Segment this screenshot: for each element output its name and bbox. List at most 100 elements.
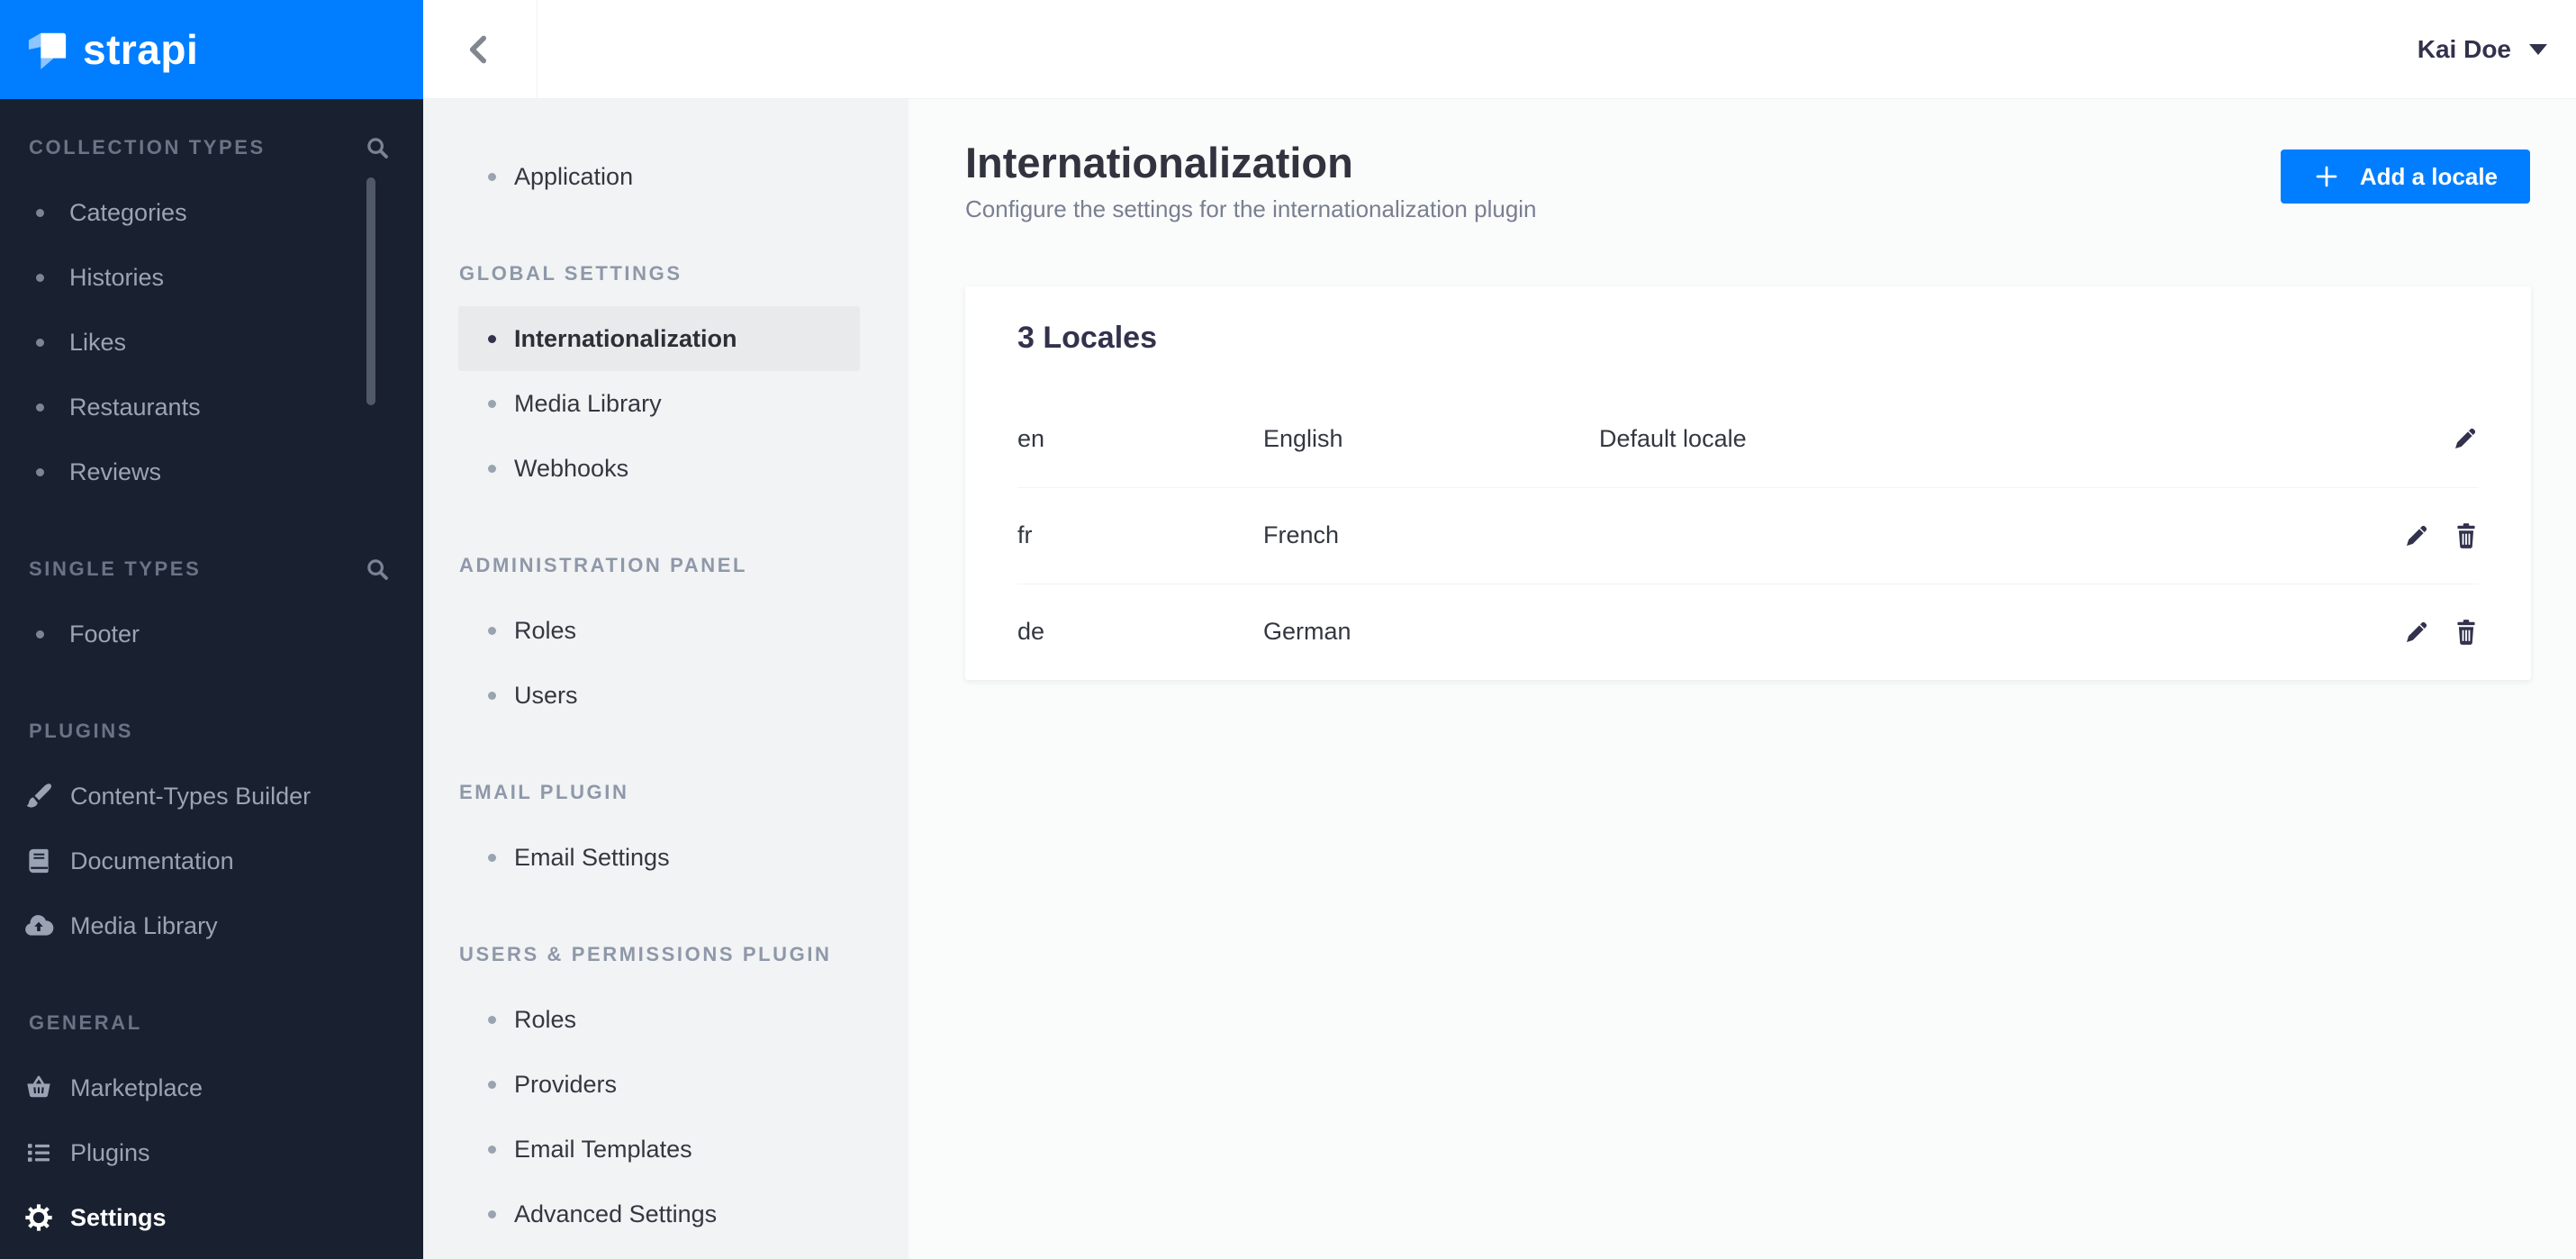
sidebar-item-plugins[interactable]: Plugins [0,1120,423,1185]
sidebar-item-histories[interactable]: Histories [0,245,423,310]
settings-sidebar: Application GLOBAL SETTINGS Internationa… [423,99,908,1259]
settings-section-label: GLOBAL SETTINGS [459,262,682,285]
user-name: Kai Doe [2417,34,2511,63]
bullet-icon [36,273,44,282]
bullet-icon [488,172,496,181]
back-button[interactable] [423,0,538,98]
sidebar-item-label: Marketplace [70,1073,203,1101]
settings-item-application[interactable]: Application [423,144,908,209]
locale-actions [2371,619,2479,646]
settings-item-media-library[interactable]: Media Library [423,371,908,436]
section-header-plugins: PLUGINS [0,699,423,764]
locale-name: German [1263,618,1351,646]
sidebar-item-restaurants[interactable]: Restaurants [0,375,423,439]
settings-item-admin-users[interactable]: Users [423,663,908,728]
sidebar-item-label: Footer [69,620,140,648]
sidebar-item-footer[interactable]: Footer [0,602,423,666]
trash-icon [2457,619,2475,645]
settings-section-admin-panel: ADMINISTRATION PANEL Roles Users [423,533,908,728]
sidebar-item-label: Restaurants [69,393,201,421]
sidebar-item-reviews[interactable]: Reviews [0,439,423,504]
sidebar-item-likes[interactable]: Likes [0,310,423,375]
settings-item-label: Email Templates [514,1135,692,1163]
settings-section-header: EMAIL PLUGIN [423,760,908,825]
locale-actions [2371,425,2479,452]
chevron-left-icon [469,35,486,63]
sidebar-item-media-library[interactable]: Media Library [0,893,423,958]
strapi-logo: strapi [0,0,423,99]
settings-section-global: GLOBAL SETTINGS Internationalization Med… [423,241,908,501]
bullet-icon [488,626,496,635]
settings-item-label: Application [514,162,634,190]
topbar: Kai Doe [423,0,2576,99]
sidebar-item-categories[interactable]: Categories [0,180,423,245]
edit-locale-button[interactable] [2452,425,2479,452]
settings-item-label: Providers [514,1070,618,1098]
sidebar-item-label: Plugins [70,1138,150,1166]
bullet-icon [488,1015,496,1024]
sidebar-nav: COLLECTION TYPES Categories Histories Li… [0,99,423,1250]
bullet-icon [36,403,44,412]
sidebar-item-marketplace[interactable]: Marketplace [0,1055,423,1120]
sidebar-item-settings[interactable]: Settings [0,1185,423,1250]
settings-section-label: EMAIL PLUGIN [459,781,629,803]
settings-section-label: USERS & PERMISSIONS PLUGIN [459,943,832,965]
sidebar-item-label: Categories [69,198,187,226]
bullet-icon [36,467,44,476]
bullet-icon [488,1145,496,1154]
locales-card-header: 3 Locales [1017,286,2479,391]
settings-item-admin-roles[interactable]: Roles [423,598,908,663]
pencil-icon [2407,621,2427,642]
plus-icon [2316,166,2337,187]
locale-row-de[interactable]: de German [1017,583,2479,680]
settings-item-label: Advanced Settings [514,1200,718,1227]
add-locale-button[interactable]: Add a locale [2280,149,2530,204]
sidebar-item-label: Settings [70,1203,167,1231]
locale-row-fr[interactable]: fr French [1017,486,2479,584]
trash-icon [2457,522,2475,548]
basket-icon [23,1073,54,1103]
search-icon[interactable] [364,134,391,161]
settings-item-email-templates[interactable]: Email Templates [423,1117,908,1182]
pencil-icon [2407,525,2427,546]
settings-item-label: Roles [514,1005,577,1033]
bullet-icon [36,208,44,217]
settings-item-providers[interactable]: Providers [423,1052,908,1117]
page-subtitle: Configure the settings for the internati… [965,195,1537,222]
list-icon [23,1137,54,1168]
page-title: Internationalization [965,139,1353,186]
delete-locale-button[interactable] [2454,522,2479,549]
settings-item-email-settings[interactable]: Email Settings [423,825,908,890]
settings-item-label: Internationalization [514,324,737,352]
strapi-admin-screen: strapi COLLECTION TYPES Categories Histo… [0,0,2576,1259]
edit-locale-button[interactable] [2403,619,2430,646]
locale-name: English [1263,424,1343,452]
sidebar-item-documentation[interactable]: Documentation [0,829,423,893]
user-menu[interactable]: Kai Doe [2418,0,2547,98]
locale-name: French [1263,521,1340,549]
settings-item-advanced-settings[interactable]: Advanced Settings [423,1182,908,1246]
delete-locale-button[interactable] [2454,619,2479,646]
settings-item-up-roles[interactable]: Roles [423,987,908,1052]
sidebar-scrollbar-thumb[interactable] [366,177,375,405]
search-icon[interactable] [364,556,391,583]
add-locale-label: Add a locale [2359,162,2498,190]
settings-item-label: Users [514,681,578,709]
bullet-icon [488,853,496,862]
sidebar-item-content-types-builder[interactable]: Content-Types Builder [0,764,423,829]
settings-item-label: Media Library [514,389,662,417]
caret-down-icon [2529,43,2547,55]
bullet-icon [488,1080,496,1089]
section-plugins: PLUGINS Content-Types Builder Documentat… [0,699,423,958]
locale-row-en[interactable]: en English Default locale [1017,391,2479,487]
settings-item-internationalization[interactable]: Internationalization [458,306,860,371]
paint-brush-icon [23,781,54,811]
bullet-icon [488,691,496,700]
locales-count-title: 3 Locales [1017,321,1157,356]
page-header-text: Internationalization Configure the setti… [965,140,1537,223]
locale-default-label: Default locale [1599,424,1747,452]
settings-section-email-plugin: EMAIL PLUGIN Email Settings [423,760,908,890]
edit-locale-button[interactable] [2403,522,2430,549]
sidebar-item-label: Histories [69,263,165,291]
settings-item-webhooks[interactable]: Webhooks [423,436,908,501]
